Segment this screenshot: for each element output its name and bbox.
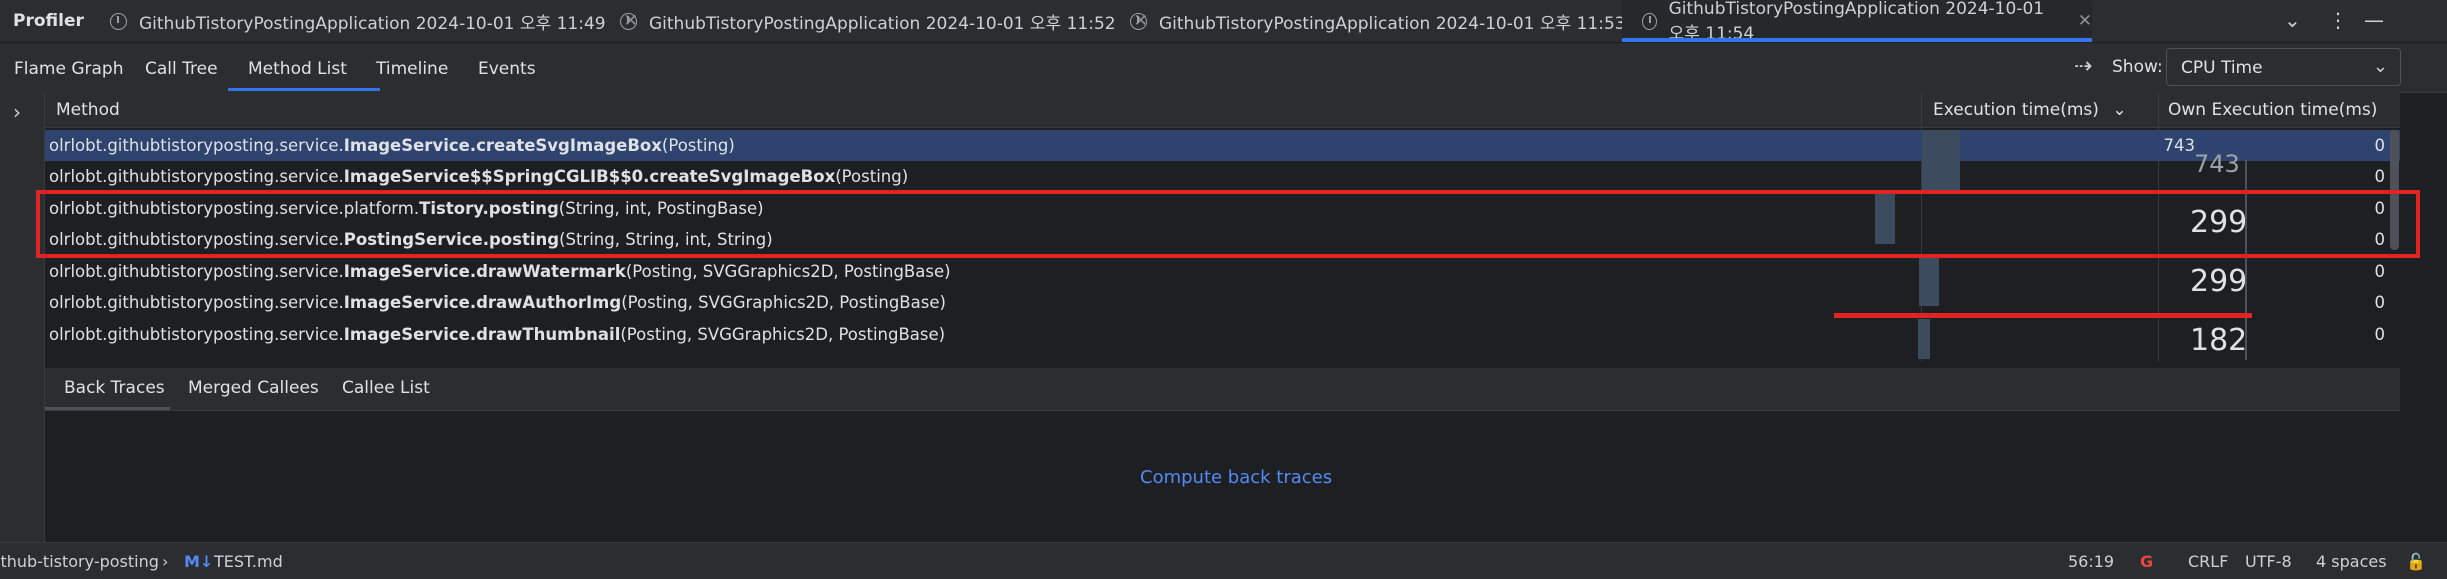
highlight-annotation-box — [36, 190, 2420, 258]
show-label: Show: — [2112, 57, 2163, 77]
tab-merged-callees[interactable]: Merged Callees — [188, 378, 319, 398]
execution-bar — [1922, 130, 1960, 161]
breadcrumb-file[interactable]: TEST.md — [214, 552, 283, 571]
column-header-exec-label: Execution time(ms) — [1933, 100, 2099, 120]
table-row[interactable]: olrlobt.githubtistoryposting.service.Ima… — [45, 130, 2400, 161]
exec-time-value-zoomed: 299 — [2190, 264, 2248, 299]
tab-label: GithubTistoryPostingApplication 2024-10-… — [1668, 0, 2045, 44]
method-name: olrlobt.githubtistoryposting.service.Ima… — [49, 325, 946, 344]
profiler-snapshot-icon — [1130, 12, 1147, 30]
tab-profile-1154[interactable]: GithubTistoryPostingApplication 2024-10-… — [1622, 0, 2092, 44]
active-subtab-indicator — [228, 88, 380, 91]
minimize-icon[interactable]: — — [2364, 8, 2384, 32]
profiler-snapshot-icon — [620, 12, 637, 30]
own-time-value: 0 — [2374, 167, 2386, 186]
tab-label: GithubTistoryPostingApplication 2024-10-… — [139, 13, 606, 34]
column-header-method[interactable]: Method — [56, 100, 120, 120]
tab-timeline[interactable]: Timeline — [376, 59, 448, 79]
tab-events[interactable]: Events — [478, 59, 536, 79]
sort-desc-icon: ⌄ — [2112, 100, 2127, 120]
execution-bar — [1918, 319, 1930, 359]
active-bottom-tab-indicator — [45, 407, 170, 410]
profiler-snapshot-icon — [1642, 12, 1657, 30]
exec-time-value-zoomed: 182 — [2190, 323, 2248, 358]
table-row[interactable]: olrlobt.githubtistoryposting.service.Ima… — [45, 319, 2400, 359]
markdown-file-icon: M↓ — [184, 552, 214, 571]
profiler-snapshot-icon — [110, 12, 127, 30]
own-time-value: 0 — [2374, 262, 2386, 281]
own-time-value: 0 — [2374, 325, 2386, 344]
table-row[interactable]: olrlobt.githubtistoryposting.service.Ima… — [45, 256, 2400, 306]
lock-icon[interactable]: 🔓 — [2406, 552, 2426, 571]
compute-back-traces-link[interactable]: Compute back traces — [1140, 467, 1332, 488]
active-tab-indicator — [1622, 38, 2092, 42]
tab-method-list[interactable]: Method List — [248, 59, 347, 79]
method-name: olrlobt.githubtistoryposting.service.Ima… — [49, 136, 735, 155]
google-icon[interactable]: G — [2140, 552, 2153, 571]
chevron-right-icon[interactable]: › — [13, 100, 21, 124]
tab-label: GithubTistoryPostingApplication 2024-10-… — [649, 13, 1116, 34]
tab-back-traces[interactable]: Back Traces — [64, 378, 165, 398]
tab-profile-1149[interactable]: GithubTistoryPostingApplication 2024-10-… — [110, 0, 638, 42]
more-options-icon[interactable]: ⋮ — [2328, 8, 2348, 32]
tab-profile-1152[interactable]: GithubTistoryPostingApplication 2024-10-… — [620, 0, 1148, 42]
column-header-own-time[interactable]: Own Execution time(ms) — [2168, 100, 2377, 120]
own-time-value: 0 — [2374, 293, 2386, 312]
execution-bar — [1922, 161, 1960, 192]
exec-time-value-zoomed: 743 — [2194, 150, 2240, 178]
chevron-down-icon: ⌄ — [2372, 56, 2388, 77]
focus-arrow-icon[interactable]: ⇢ — [2074, 54, 2092, 79]
chevron-down-icon[interactable]: ⌄ — [2284, 8, 2301, 32]
caret-position[interactable]: 56:19 — [2068, 552, 2114, 571]
close-icon[interactable]: ✕ — [2078, 11, 2092, 31]
left-gutter — [0, 92, 45, 542]
method-name: olrlobt.githubtistoryposting.service.Ima… — [49, 167, 909, 186]
tab-profile-1153[interactable]: GithubTistoryPostingApplication 2024-10-… — [1130, 0, 1658, 42]
indent-setting[interactable]: 4 spaces — [2316, 552, 2387, 571]
show-metric-select[interactable]: CPU Time ⌄ — [2166, 48, 2401, 86]
table-row[interactable]: olrlobt.githubtistoryposting.service.Ima… — [45, 161, 2400, 192]
highlight-annotation-underline — [1834, 313, 2252, 318]
exec-time-value: 743 — [2163, 136, 2196, 155]
chevron-right-icon: › — [162, 552, 169, 571]
show-metric-value: CPU Time — [2181, 58, 2263, 78]
column-header-exec-time[interactable]: Execution time(ms) ⌄ — [1933, 100, 2127, 120]
line-separator[interactable]: CRLF — [2188, 552, 2228, 571]
own-time-value: 0 — [2374, 136, 2386, 155]
tab-label: GithubTistoryPostingApplication 2024-10-… — [1159, 13, 1626, 34]
file-encoding[interactable]: UTF-8 — [2245, 552, 2292, 571]
tool-window-title: Profiler — [13, 11, 84, 31]
tab-flame-graph[interactable]: Flame Graph — [14, 59, 124, 79]
tab-call-tree[interactable]: Call Tree — [145, 59, 218, 79]
method-name: olrlobt.githubtistoryposting.service.Ima… — [49, 293, 946, 312]
method-name: olrlobt.githubtistoryposting.service.Ima… — [49, 262, 951, 281]
tab-callee-list[interactable]: Callee List — [342, 378, 430, 398]
breadcrumb-project[interactable]: ithub-tistory-posting — [0, 552, 159, 571]
